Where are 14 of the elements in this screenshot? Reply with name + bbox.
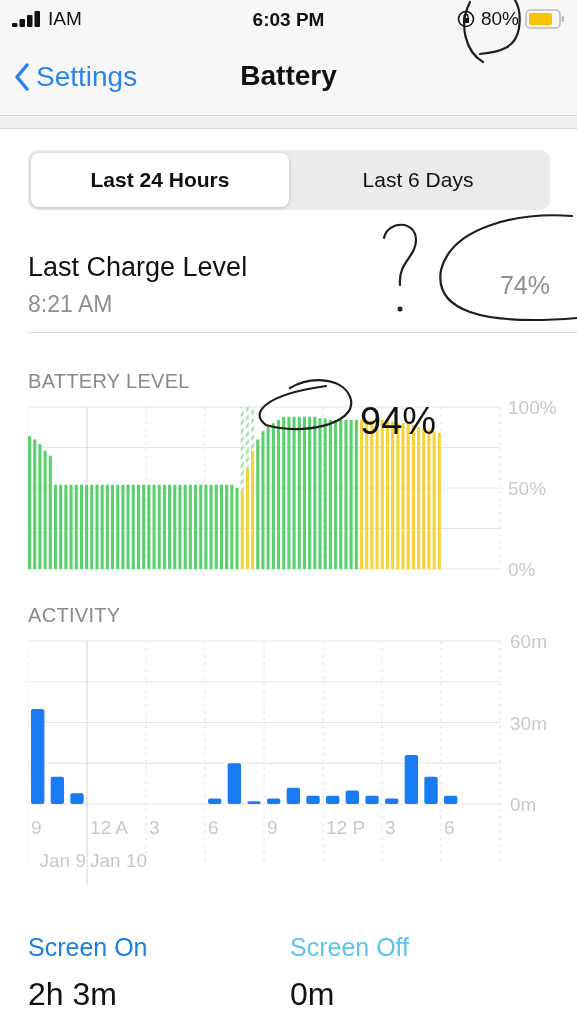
status-time: 6:03 PM: [252, 9, 325, 30]
page-title: Battery: [240, 60, 337, 92]
section-title: BATTERY LEVEL: [28, 370, 191, 393]
total-label: Screen On: [28, 933, 149, 962]
total-label: Screen Off: [290, 933, 411, 962]
last-charge-time: 8:21 AM: [28, 291, 114, 318]
carrier-name: IAM: [48, 8, 82, 30]
total-value: 2h 3m: [28, 976, 118, 1013]
overlay-note: 94%: [360, 400, 437, 443]
last-charge-level: 74%: [499, 270, 550, 300]
total-value: 0m: [290, 976, 336, 1013]
last-charge-title: Last Charge Level: [28, 252, 248, 283]
section-title: ACTIVITY: [28, 604, 122, 627]
battery-percent: 80%: [480, 8, 519, 30]
